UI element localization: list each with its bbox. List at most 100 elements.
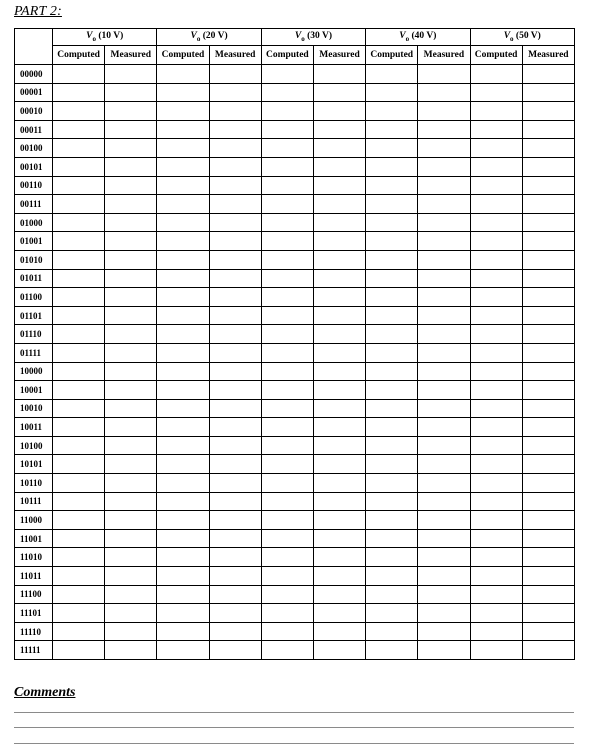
cell-measured[interactable] — [208, 194, 262, 214]
cell-computed[interactable] — [365, 640, 419, 660]
cell-measured[interactable] — [417, 491, 471, 512]
cell-computed[interactable] — [469, 175, 523, 196]
cell-computed[interactable] — [365, 64, 419, 84]
cell-measured[interactable] — [521, 82, 576, 103]
cell-measured[interactable] — [208, 101, 262, 121]
cell-computed[interactable] — [365, 119, 419, 140]
cell-computed[interactable] — [51, 361, 106, 382]
cell-computed[interactable] — [156, 119, 210, 140]
cell-measured[interactable] — [417, 231, 471, 251]
cell-measured[interactable] — [104, 324, 158, 344]
cell-measured[interactable] — [104, 287, 158, 307]
cell-computed[interactable] — [365, 380, 419, 400]
cell-computed[interactable] — [260, 156, 314, 177]
cell-computed[interactable] — [51, 156, 106, 177]
cell-measured[interactable] — [521, 547, 576, 568]
cell-measured[interactable] — [312, 287, 367, 307]
cell-measured[interactable] — [104, 361, 158, 382]
cell-computed[interactable] — [365, 324, 419, 344]
cell-computed[interactable] — [260, 435, 314, 456]
cell-computed[interactable] — [365, 287, 419, 307]
cell-measured[interactable] — [104, 473, 158, 493]
comment-line[interactable] — [14, 743, 574, 744]
cell-computed[interactable] — [260, 268, 314, 289]
cell-computed[interactable] — [156, 268, 210, 289]
cell-computed[interactable] — [260, 305, 314, 326]
cell-computed[interactable] — [365, 528, 419, 549]
cell-computed[interactable] — [51, 249, 106, 270]
cell-computed[interactable] — [156, 398, 210, 419]
cell-measured[interactable] — [208, 249, 262, 270]
cell-computed[interactable] — [365, 268, 419, 289]
cell-measured[interactable] — [208, 361, 262, 382]
cell-computed[interactable] — [365, 101, 419, 121]
cell-measured[interactable] — [208, 491, 262, 512]
cell-computed[interactable] — [51, 380, 106, 400]
cell-computed[interactable] — [260, 119, 314, 140]
cell-measured[interactable] — [521, 528, 576, 549]
cell-measured[interactable] — [208, 528, 262, 549]
cell-measured[interactable] — [521, 156, 576, 177]
cell-measured[interactable] — [312, 435, 367, 456]
cell-measured[interactable] — [521, 342, 576, 363]
cell-computed[interactable] — [469, 156, 523, 177]
cell-computed[interactable] — [365, 305, 419, 326]
cell-measured[interactable] — [312, 454, 367, 475]
cell-computed[interactable] — [469, 64, 523, 84]
cell-computed[interactable] — [469, 361, 523, 382]
cell-computed[interactable] — [156, 528, 210, 549]
cell-measured[interactable] — [312, 566, 367, 586]
cell-computed[interactable] — [260, 528, 314, 549]
cell-measured[interactable] — [104, 64, 158, 84]
cell-measured[interactable] — [208, 156, 262, 177]
cell-computed[interactable] — [156, 491, 210, 512]
cell-computed[interactable] — [156, 566, 210, 586]
cell-measured[interactable] — [312, 621, 367, 642]
cell-computed[interactable] — [365, 361, 419, 382]
cell-computed[interactable] — [51, 547, 106, 568]
cell-computed[interactable] — [51, 584, 106, 605]
cell-measured[interactable] — [312, 268, 367, 289]
cell-computed[interactable] — [156, 584, 210, 605]
cell-computed[interactable] — [51, 621, 106, 642]
cell-computed[interactable] — [260, 231, 314, 251]
cell-computed[interactable] — [469, 398, 523, 419]
cell-measured[interactable] — [417, 473, 471, 493]
cell-measured[interactable] — [521, 417, 576, 437]
cell-measured[interactable] — [521, 287, 576, 307]
cell-measured[interactable] — [208, 138, 262, 158]
cell-measured[interactable] — [104, 380, 158, 400]
cell-measured[interactable] — [208, 603, 262, 623]
cell-measured[interactable] — [417, 175, 471, 196]
cell-measured[interactable] — [417, 603, 471, 623]
cell-measured[interactable] — [208, 547, 262, 568]
cell-computed[interactable] — [51, 417, 106, 437]
cell-measured[interactable] — [104, 417, 158, 437]
cell-computed[interactable] — [469, 268, 523, 289]
cell-computed[interactable] — [469, 231, 523, 251]
cell-measured[interactable] — [312, 417, 367, 437]
cell-computed[interactable] — [260, 287, 314, 307]
cell-measured[interactable] — [104, 231, 158, 251]
cell-measured[interactable] — [104, 194, 158, 214]
cell-computed[interactable] — [260, 603, 314, 623]
cell-computed[interactable] — [260, 342, 314, 363]
cell-measured[interactable] — [104, 547, 158, 568]
cell-measured[interactable] — [104, 101, 158, 121]
cell-measured[interactable] — [417, 324, 471, 344]
cell-computed[interactable] — [156, 324, 210, 344]
cell-computed[interactable] — [365, 342, 419, 363]
cell-computed[interactable] — [469, 454, 523, 475]
cell-computed[interactable] — [51, 101, 106, 121]
cell-computed[interactable] — [156, 212, 210, 233]
cell-measured[interactable] — [312, 584, 367, 605]
cell-measured[interactable] — [104, 398, 158, 419]
cell-computed[interactable] — [156, 138, 210, 158]
cell-computed[interactable] — [365, 82, 419, 103]
cell-computed[interactable] — [469, 603, 523, 623]
cell-computed[interactable] — [260, 249, 314, 270]
cell-measured[interactable] — [312, 361, 367, 382]
cell-measured[interactable] — [104, 491, 158, 512]
cell-computed[interactable] — [156, 380, 210, 400]
cell-measured[interactable] — [521, 249, 576, 270]
